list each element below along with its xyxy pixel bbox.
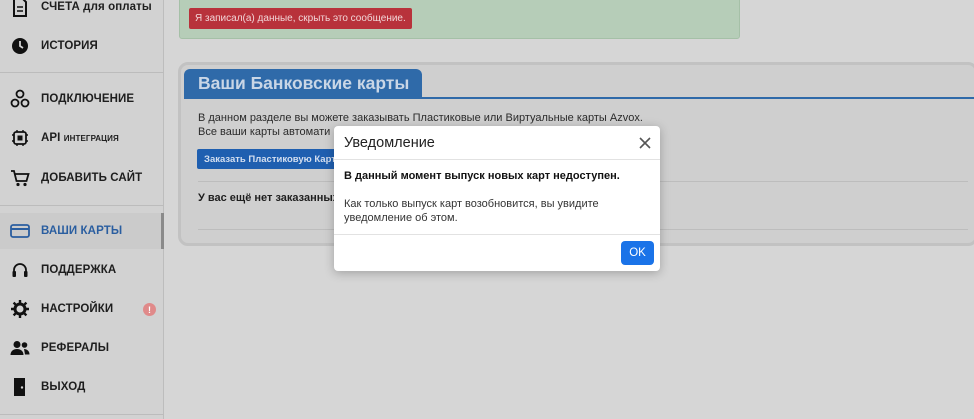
settings-badge: ! bbox=[143, 303, 156, 316]
ok-button[interactable]: OK bbox=[621, 241, 654, 265]
sidebar-item-label: ВАШИ КАРТЫ bbox=[41, 225, 123, 237]
sidebar-item-history[interactable]: ИСТОРИЯ bbox=[0, 28, 164, 64]
modal-message-bold: В данный момент выпуск новых карт недост… bbox=[344, 170, 620, 182]
modal-message: Как только выпуск карт возобновится, вы … bbox=[344, 198, 599, 224]
sidebar-item-label: ВЫХОД bbox=[41, 381, 86, 393]
clock-icon bbox=[10, 36, 30, 56]
order-plastic-card-button[interactable]: Заказать Пластиковую Карту bbox=[197, 149, 337, 169]
sidebar-divider bbox=[0, 205, 164, 206]
network-icon bbox=[10, 89, 30, 109]
sidebar-item-support[interactable]: ПОДДЕРЖКА bbox=[0, 252, 164, 288]
document-icon bbox=[10, 0, 30, 17]
sidebar-item-label: РЕФЕРАЛЫ bbox=[41, 342, 110, 354]
close-icon[interactable] bbox=[636, 134, 654, 152]
sidebar-divider bbox=[0, 72, 164, 73]
sidebar-item-logout[interactable]: ВЫХОД bbox=[0, 369, 164, 405]
sidebar-item-label: ДОБАВИТЬ САЙТ bbox=[41, 172, 143, 184]
credit-card-icon bbox=[10, 221, 30, 241]
modal-footer-divider bbox=[334, 234, 660, 235]
door-exit-icon bbox=[10, 377, 30, 397]
users-icon bbox=[10, 338, 30, 358]
headset-icon bbox=[10, 260, 30, 280]
sidebar-item-settings[interactable]: НАСТРОЙКИ bbox=[0, 291, 164, 327]
cart-icon bbox=[10, 168, 30, 188]
sidebar-item-label: ПОДКЛЮЧЕНИЕ bbox=[41, 93, 135, 105]
sidebar: СЧЕТА для оплаты ИСТОРИЯ ПОДКЛЮЧЕНИЕ API… bbox=[0, 0, 164, 419]
sidebar-item-cards[interactable]: ВАШИ КАРТЫ bbox=[0, 213, 164, 249]
cards-description-2: Все ваши карты автомати bbox=[198, 126, 331, 138]
chip-icon bbox=[10, 128, 30, 148]
sidebar-item-referrals[interactable]: РЕФЕРАЛЫ bbox=[0, 330, 164, 366]
cards-description: В данном разделе вы можете заказывать Пл… bbox=[198, 112, 643, 124]
sidebar-divider bbox=[0, 414, 164, 415]
sidebar-item-label: НАСТРОЙКИ bbox=[41, 303, 114, 315]
sidebar-item-label: ИСТОРИЯ bbox=[41, 40, 98, 52]
sidebar-item-label: СЧЕТА для оплаты bbox=[41, 1, 152, 13]
modal-title: Уведомление bbox=[344, 135, 435, 151]
sidebar-item-api[interactable]: API ИНТЕГРАЦИЯ bbox=[0, 120, 164, 156]
sidebar-item-label: ПОДДЕРЖКА bbox=[41, 264, 117, 276]
gear-icon bbox=[10, 299, 30, 319]
cards-title-underline bbox=[184, 97, 974, 99]
sidebar-item-bills[interactable]: СЧЕТА для оплаты bbox=[0, 0, 164, 25]
sidebar-item-connection[interactable]: ПОДКЛЮЧЕНИЕ bbox=[0, 81, 164, 117]
sidebar-item-label: API ИНТЕГРАЦИЯ bbox=[41, 132, 119, 144]
modal-header-divider bbox=[334, 159, 660, 160]
dismiss-alert-button[interactable]: Я записал(а) данные, скрыть это сообщени… bbox=[189, 8, 412, 29]
cards-section-title: Ваши Банковские карты bbox=[184, 69, 422, 98]
sidebar-item-add-site[interactable]: ДОБАВИТЬ САЙТ bbox=[0, 160, 164, 196]
notification-modal: Уведомление В данный момент выпуск новых… bbox=[334, 126, 660, 271]
